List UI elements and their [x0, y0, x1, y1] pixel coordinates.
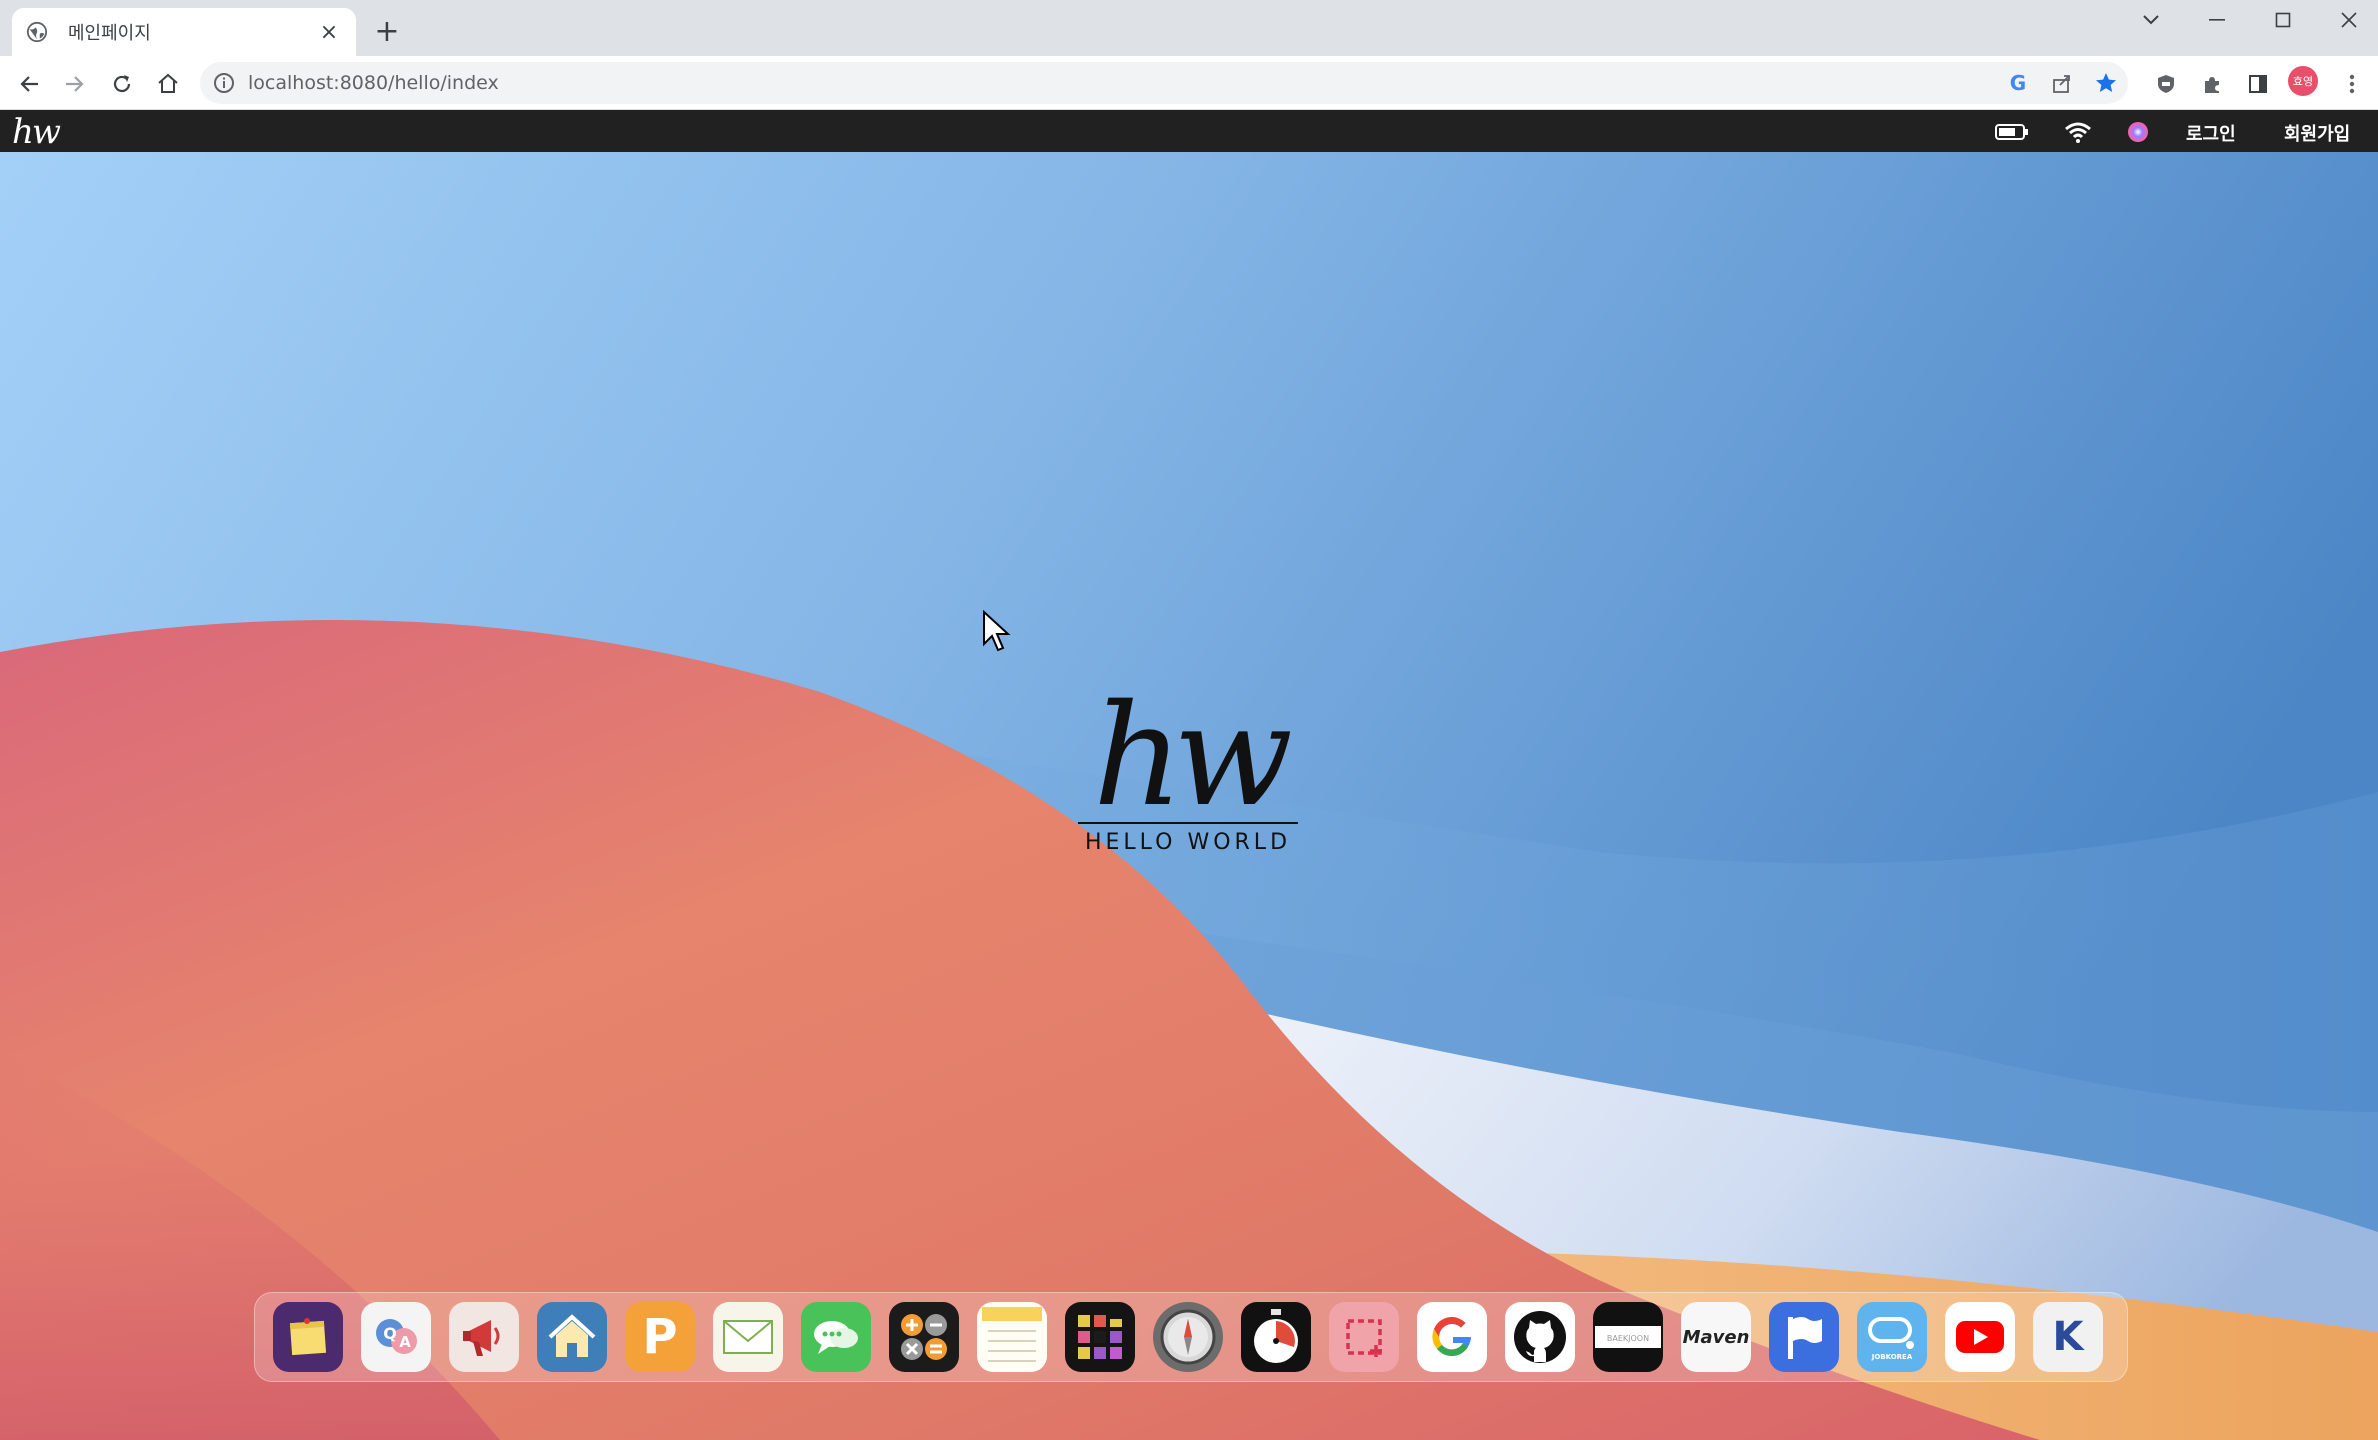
- browser-toolbar: localhost:8080/hello/index G: [0, 56, 2378, 110]
- desktop-wallpaper: hw HELLO WORLD Q A P BAEKJOON Maven JOBK…: [0, 152, 2378, 1440]
- baekjoon-icon: BAEKJOON: [1595, 1326, 1661, 1348]
- logo-script: hw: [1093, 675, 1293, 838]
- tab-title: 메인페이지: [68, 23, 151, 44]
- tab-search-icon[interactable]: [2118, 0, 2184, 40]
- tab-close-icon[interactable]: ×: [316, 19, 342, 45]
- dock-item-puzzle[interactable]: [1065, 1302, 1135, 1372]
- lined-paper-icon: [982, 1307, 1042, 1362]
- top-menu-bar: hw 로그인 회원가입: [0, 110, 2378, 152]
- browser-window: 메인페이지 × + localhost:8080/hello/index G 효…: [0, 0, 2378, 1440]
- forward-icon[interactable]: [56, 66, 92, 102]
- signup-link[interactable]: 회원가입: [2284, 120, 2350, 146]
- tab-main-page[interactable]: 메인페이지 ×: [12, 8, 356, 56]
- stopwatch-icon: [1254, 1309, 1298, 1363]
- dock-item-maven[interactable]: Maven: [1681, 1302, 1751, 1372]
- jobkorea-icon: JOBKOREA: [1868, 1317, 1914, 1361]
- minimize-icon[interactable]: [2184, 0, 2250, 40]
- tab-strip: 메인페이지 × +: [0, 0, 2378, 56]
- login-link[interactable]: 로그인: [2186, 120, 2236, 146]
- mouse-cursor-icon: [983, 610, 1011, 652]
- dock-item-github[interactable]: [1505, 1302, 1575, 1372]
- siri-icon: [2128, 122, 2148, 142]
- dock-item-youtube[interactable]: [1945, 1302, 2015, 1372]
- p-icon: P: [642, 1309, 678, 1365]
- app-dock: Q A P BAEKJOON Maven JOBKOREA K: [254, 1292, 2128, 1382]
- maven-icon: Maven: [1682, 1326, 1750, 1348]
- svg-text:A: A: [399, 1333, 411, 1351]
- compass-icon: [1160, 1309, 1216, 1365]
- wifi-icon: [2065, 122, 2091, 143]
- flag-icon: [1788, 1317, 1822, 1359]
- dock-item-announcements[interactable]: [449, 1302, 519, 1372]
- chrome-menu-icon[interactable]: [2336, 68, 2368, 100]
- svg-text:JOBKOREA: JOBKOREA: [1871, 1353, 1913, 1361]
- extensions-puzzle-icon[interactable]: [2196, 68, 2228, 100]
- dock-item-mail[interactable]: [713, 1302, 783, 1372]
- new-tab-button[interactable]: +: [370, 14, 404, 49]
- share-icon[interactable]: [2050, 71, 2074, 95]
- k-logo-icon: K: [2052, 1314, 2084, 1360]
- side-panel-icon[interactable]: [2242, 68, 2274, 100]
- url-text[interactable]: localhost:8080/hello/index: [248, 62, 499, 104]
- shield-extension-icon[interactable]: [2150, 68, 2182, 100]
- svg-text:BAEKJOON: BAEKJOON: [1607, 1334, 1649, 1343]
- globe-icon: [26, 21, 48, 43]
- blocks-icon: [1078, 1315, 1122, 1359]
- battery-icon: [1995, 124, 2028, 140]
- profile-avatar[interactable]: 효영: [2288, 66, 2318, 96]
- dock-item-flag[interactable]: [1769, 1302, 1839, 1372]
- bookmark-star-icon[interactable]: [2094, 71, 2118, 95]
- dock-item-calculator[interactable]: [889, 1302, 959, 1372]
- dock-item-google[interactable]: [1417, 1302, 1487, 1372]
- hello-world-logo: hw HELLO WORLD: [1068, 675, 1308, 862]
- google-icon: [1432, 1317, 1471, 1357]
- close-window-icon[interactable]: [2316, 0, 2378, 40]
- envelope-icon: [723, 1320, 773, 1354]
- address-bar[interactable]: localhost:8080/hello/index G: [200, 62, 2128, 104]
- crop-icon: [1346, 1319, 1382, 1357]
- dock-item-baekjoon[interactable]: BAEKJOON: [1593, 1302, 1663, 1372]
- web-page: hw 로그인 회원가입 hw HELLO WORLD Q A P BAEKJOO…: [0, 110, 2378, 1440]
- dock-item-jobkorea[interactable]: JOBKOREA: [1857, 1302, 1927, 1372]
- dock-item-timer[interactable]: [1241, 1302, 1311, 1372]
- sticky-note-icon: [289, 1318, 327, 1356]
- youtube-icon: [1956, 1321, 2004, 1353]
- github-icon: [1514, 1311, 1566, 1363]
- menubar-logo[interactable]: hw: [12, 112, 61, 152]
- dock-item-notes[interactable]: [273, 1302, 343, 1372]
- maximize-icon[interactable]: [2250, 0, 2316, 40]
- google-lens-icon[interactable]: G: [2006, 71, 2030, 95]
- back-icon[interactable]: [12, 66, 48, 102]
- dock-item-k-app[interactable]: K: [2033, 1302, 2103, 1372]
- dock-item-capture[interactable]: [1329, 1302, 1399, 1372]
- logo-subtitle: HELLO WORLD: [1084, 830, 1292, 855]
- house-icon: [548, 1314, 596, 1357]
- qa-icon: Q A: [376, 1319, 417, 1354]
- home-icon[interactable]: [150, 66, 186, 102]
- reload-icon[interactable]: [104, 66, 140, 102]
- dock-item-home[interactable]: [537, 1302, 607, 1372]
- dock-item-memo[interactable]: [977, 1302, 1047, 1372]
- svg-text:Q: Q: [383, 1324, 397, 1343]
- dock-item-chat[interactable]: [801, 1302, 871, 1372]
- chat-bubbles-icon: [814, 1321, 858, 1354]
- dock-item-qna[interactable]: Q A: [361, 1302, 431, 1372]
- dock-item-compass[interactable]: [1153, 1302, 1223, 1372]
- megaphone-icon: [463, 1320, 500, 1356]
- info-icon[interactable]: [212, 71, 236, 95]
- calculator-icon: [901, 1314, 947, 1360]
- dock-item-points[interactable]: P: [625, 1302, 695, 1372]
